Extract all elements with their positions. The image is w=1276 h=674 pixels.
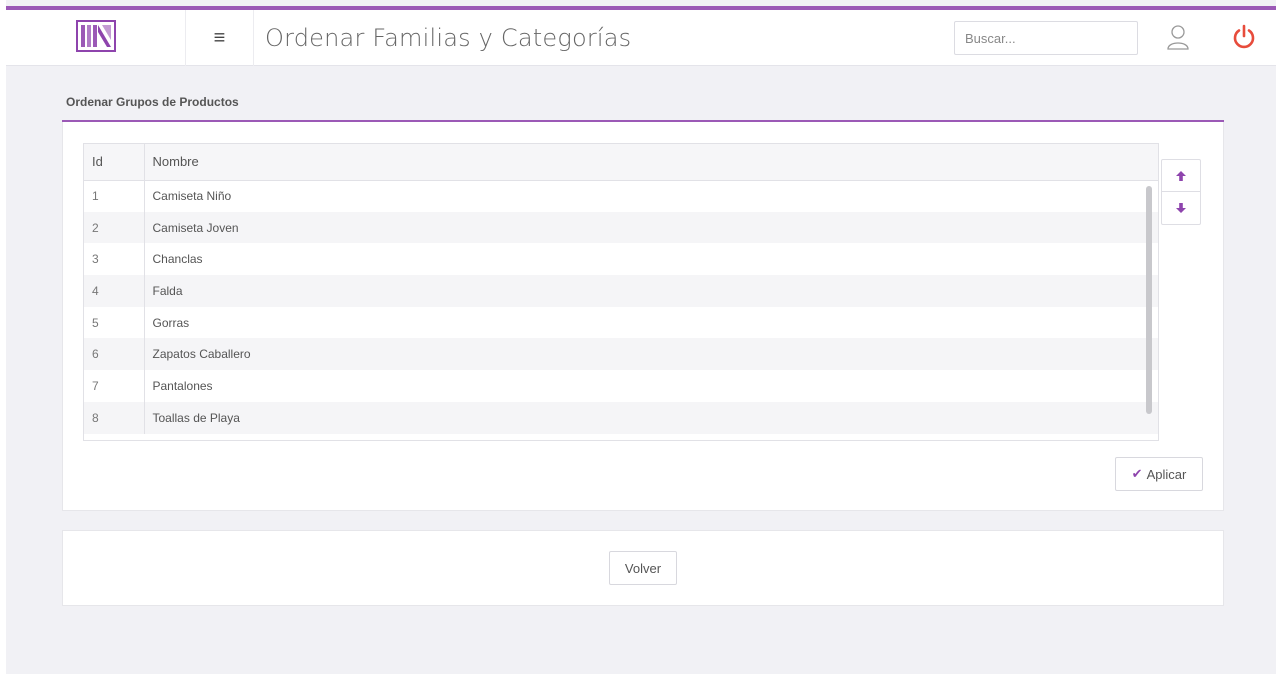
table-row[interactable]: 6 Zapatos Caballero [84, 338, 1158, 371]
actions-panel: Volver [62, 530, 1224, 606]
cell-id: 1 [84, 180, 145, 212]
logo-icon[interactable] [76, 20, 116, 52]
search-input[interactable] [954, 21, 1138, 55]
groups-table: Id Nombre 1 Camiseta Niño 2 Camiseta Joven… [84, 144, 1158, 434]
navbar: ≡ Ordenar Familias y Categorías [6, 10, 1276, 66]
column-header-id[interactable]: Id [84, 144, 145, 181]
cell-id: 3 [84, 243, 145, 276]
cell-name: Toallas de Playa [144, 401, 1158, 434]
table-row[interactable]: 8 Toallas de Playa [84, 401, 1158, 434]
cell-id: 8 [84, 401, 145, 434]
apply-button-label: Aplicar [1146, 466, 1187, 482]
cell-id: 5 [84, 306, 145, 339]
power-icon[interactable] [1231, 24, 1257, 50]
groups-table-container[interactable]: Id Nombre 1 Camiseta Niño 2 Camiseta Joven… [83, 143, 1159, 441]
menu-toggle-button[interactable]: ≡ [186, 10, 254, 66]
cell-name: Pantalones [152, 378, 213, 393]
order-groups-panel: Ordenar Grupos de Productos Id Nombre 1C… [62, 88, 1224, 511]
table-row[interactable]: 2 Camiseta Joven [84, 211, 1158, 244]
cell-id: 2 [84, 211, 145, 244]
cell-name: Camiseta Niño [152, 189, 232, 204]
apply-button[interactable]: ✔ Aplicar [1115, 457, 1203, 491]
move-buttons-group [1161, 159, 1201, 225]
table-scrollbar[interactable] [1146, 186, 1152, 414]
page-title: Ordenar Familias y Categorías [265, 24, 632, 52]
cell-name: Gorras [152, 315, 190, 330]
cell-id: 6 [84, 338, 145, 371]
logo-area [6, 10, 186, 66]
check-icon: ✔ [1131, 466, 1143, 481]
cell-id: 7 [84, 370, 145, 402]
panel-heading: Ordenar Grupos de Productos [62, 88, 1224, 122]
cell-id: 4 [84, 275, 145, 307]
cell-name: Zapatos Caballero [144, 338, 1158, 371]
arrow-up-icon [1176, 170, 1186, 181]
cell-name: Camiseta Joven [144, 211, 1158, 244]
table-row[interactable]: 7 Pantalones [84, 370, 1158, 402]
table-row[interactable]: 5 Gorras [84, 306, 1158, 339]
arrow-down-icon [1176, 203, 1186, 213]
table-row[interactable]: 3 Chanclas [84, 243, 1158, 276]
user-icon[interactable] [1166, 24, 1190, 50]
table-row[interactable]: 4 Falda [84, 275, 1158, 307]
hamburger-icon: ≡ [213, 26, 226, 49]
table-header-row: Id Nombre [84, 144, 1158, 181]
back-button[interactable]: Volver [609, 551, 677, 585]
move-down-button[interactable] [1162, 192, 1200, 224]
cell-name: Falda [144, 275, 1158, 307]
move-up-button[interactable] [1162, 160, 1200, 192]
table-row[interactable]: 1 Camiseta Niño [84, 180, 1158, 212]
column-header-name[interactable]: Nombre [144, 144, 1158, 181]
cell-name: Chanclas [152, 252, 203, 267]
left-edge [0, 0, 6, 674]
